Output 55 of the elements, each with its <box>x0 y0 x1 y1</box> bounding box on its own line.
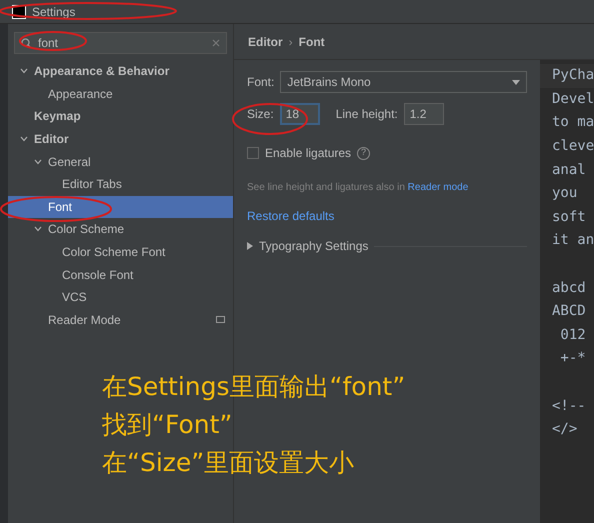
preview-line: </> <box>551 420 578 440</box>
breadcrumb-item[interactable]: Editor <box>248 32 283 50</box>
preview-line: <!-- <box>551 396 587 416</box>
hint-text-label: See line height and ligatures also in <box>247 182 406 193</box>
ligatures-label: Enable ligatures <box>265 145 352 162</box>
tree-item[interactable]: VCS <box>8 286 233 309</box>
tree-item[interactable]: Color Scheme Font <box>8 240 233 264</box>
tree-item[interactable]: General <box>8 150 233 173</box>
preview-line: to ma <box>551 113 594 132</box>
tree-item[interactable]: Font <box>8 196 233 218</box>
chevron-down-icon[interactable] <box>20 67 28 76</box>
preview-line: anal <box>551 160 587 180</box>
breadcrumb-item[interactable]: Font <box>298 32 325 50</box>
restore-defaults-link[interactable]: Restore defaults <box>247 207 334 225</box>
tree-item[interactable]: Console Font <box>8 263 233 286</box>
preview-line: abcd <box>551 278 587 298</box>
window-title: Settings <box>32 4 76 20</box>
chevron-down-icon[interactable] <box>34 158 42 166</box>
tree-item[interactable]: Reader Mode <box>8 308 233 332</box>
tree-item[interactable]: Color Scheme <box>8 218 233 241</box>
preview-line: Devel <box>551 90 594 109</box>
ligatures-checkbox[interactable] <box>247 147 259 159</box>
caption-text: 找到“Font” <box>102 409 232 441</box>
project-settings-icon <box>216 316 225 324</box>
size-label: Size: <box>247 106 274 123</box>
search-field[interactable]: font <box>14 32 227 54</box>
font-label: Font: <box>247 74 274 91</box>
tree-item[interactable]: Keymap <box>8 105 233 128</box>
reader-mode-link[interactable]: Reader mode <box>408 182 468 193</box>
preview-line: it an <box>551 231 594 250</box>
annotation-ellipse <box>19 31 87 51</box>
font-dropdown[interactable]: JetBrains Mono <box>280 71 527 93</box>
caption-text: 在Settings里面输出“font” <box>102 371 406 403</box>
size-field[interactable]: 18 <box>280 103 320 125</box>
chevron-down-icon[interactable] <box>20 135 28 144</box>
search-icon <box>21 38 32 48</box>
chevron-down-icon[interactable] <box>34 225 42 234</box>
breadcrumb-separator: › <box>288 34 293 50</box>
preview-line: ABCD <box>551 302 587 322</box>
line-height-field[interactable]: 1.2 <box>404 103 444 125</box>
preview-line: 012 <box>559 326 587 345</box>
tree-item[interactable]: Appearance <box>8 82 233 106</box>
preview-line: soft <box>551 208 587 227</box>
line-height-label: Line height: <box>336 106 398 123</box>
tree-item[interactable]: Editor <box>8 128 233 150</box>
tree-item[interactable]: Editor Tabs <box>8 172 233 196</box>
caption-text: 在“Size”里面设置大小 <box>102 447 354 479</box>
preview-line: you <box>551 184 578 204</box>
preview-line: cleve <box>551 137 594 156</box>
preview-line: +-* <box>559 349 587 368</box>
dropdown-caret-icon <box>512 80 520 84</box>
typography-settings-toggle[interactable]: Typography Settings <box>259 237 368 255</box>
expand-arrow-icon[interactable] <box>247 242 253 250</box>
tree-item[interactable]: Appearance & Behavior <box>8 60 233 83</box>
help-button[interactable]: ? <box>357 146 370 160</box>
